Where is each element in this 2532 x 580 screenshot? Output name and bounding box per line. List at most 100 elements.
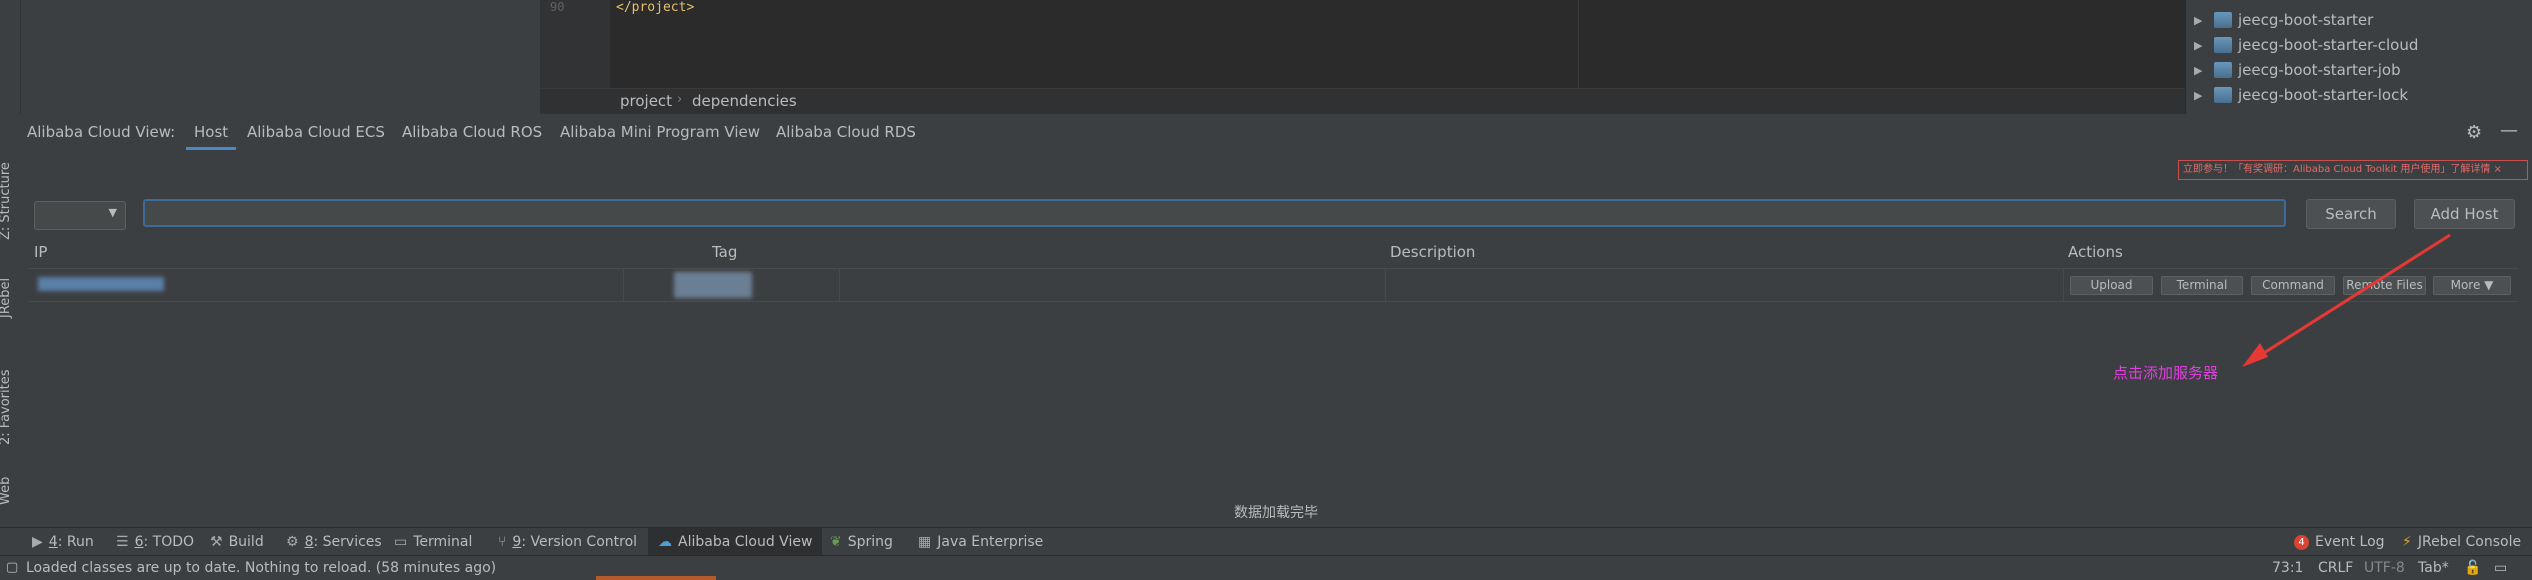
tree-item-label: jeecg-boot-starter-cloud xyxy=(2238,36,2419,54)
run-icon: ▶ xyxy=(32,534,43,550)
expand-arrow-icon[interactable]: ▶ xyxy=(2194,39,2208,52)
run-tool-button[interactable]: ▶ 4: Run xyxy=(32,528,94,556)
tab-alibaba-cloud-rds[interactable]: Alibaba Cloud RDS xyxy=(776,114,916,150)
breadcrumb: project › dependencies xyxy=(540,88,2185,115)
tool-label: Event Log xyxy=(2315,534,2385,550)
jrebel-label: JRebel xyxy=(0,277,13,318)
editor-gutter: 90 xyxy=(540,0,611,88)
breadcrumb-item-dependencies[interactable]: dependencies xyxy=(692,92,797,110)
line-number: 90 xyxy=(550,0,565,14)
tree-item-label: jeecg-boot-starter xyxy=(2238,11,2374,29)
tool-label: : TODO xyxy=(143,534,195,550)
column-divider xyxy=(1385,269,1386,301)
status-message[interactable]: Loaded classes are up to date. Nothing t… xyxy=(26,556,496,580)
module-icon xyxy=(2214,12,2232,28)
terminal-icon: ▭ xyxy=(394,534,408,550)
lock-icon[interactable]: 🔓 xyxy=(2464,556,2481,580)
tree-item-label: jeecg-boot-starter-job xyxy=(2238,61,2401,79)
spring-tool-button[interactable]: ❦ Spring xyxy=(830,528,893,556)
expand-arrow-icon[interactable]: ▶ xyxy=(2194,89,2208,102)
module-icon xyxy=(2214,87,2232,103)
expand-arrow-icon[interactable]: ▶ xyxy=(2194,64,2208,77)
tree-item[interactable]: ▶ jeecg-boot-starter-cloud xyxy=(2194,33,2418,57)
tool-label: : Version Control xyxy=(521,534,638,550)
jrebel-icon: ⚡ xyxy=(2402,534,2412,550)
shortcut-key: 9 xyxy=(512,534,522,550)
redacted-ip xyxy=(38,277,164,291)
caret-position[interactable]: 73:1 xyxy=(2272,556,2303,580)
tab-host[interactable]: Host xyxy=(186,114,237,150)
shortcut-key: 4 xyxy=(48,534,58,550)
version-control-tool-button[interactable]: ⑂ 9: Version Control xyxy=(498,528,637,556)
notifications-icon[interactable]: ▭ xyxy=(2494,556,2507,580)
column-header-ip[interactable]: IP xyxy=(34,243,47,261)
spring-icon: ❦ xyxy=(830,534,842,550)
file-encoding[interactable]: UTF-8 xyxy=(2364,556,2405,580)
breadcrumb-item-project[interactable]: project xyxy=(620,92,672,110)
favorites-tool-button[interactable]: 2: Favorites xyxy=(0,369,13,445)
table-row[interactable]: Upload Terminal Command Remote Files Mor… xyxy=(28,268,2518,302)
tool-label: : Run xyxy=(57,534,94,550)
expand-arrow-icon[interactable]: ▶ xyxy=(2194,14,2208,27)
breadcrumb-separator: › xyxy=(677,92,683,107)
tab-alibaba-cloud-ecs[interactable]: Alibaba Cloud ECS xyxy=(247,114,385,150)
line-separator[interactable]: CRLF xyxy=(2318,556,2353,580)
tree-item[interactable]: ▶ jeecg-boot-starter-lock xyxy=(2194,83,2408,107)
indent-setting[interactable]: Tab* xyxy=(2418,556,2449,580)
todo-tool-button[interactable]: ☰ 6: TODO xyxy=(116,528,194,556)
javaee-icon: ▦ xyxy=(918,534,932,550)
tool-label: Java Enterprise xyxy=(937,534,1044,550)
vcs-icon: ⑂ xyxy=(498,534,507,550)
column-divider xyxy=(623,269,624,301)
shortcut-key: 6 xyxy=(134,534,144,550)
services-icon: ⚙ xyxy=(286,534,299,550)
java-enterprise-tool-button[interactable]: ▦ Java Enterprise xyxy=(918,528,1043,556)
column-header-tag[interactable]: Tag xyxy=(712,243,737,261)
alibaba-cloud-view-tool-button[interactable]: ☁ Alibaba Cloud View xyxy=(648,528,823,556)
tool-window-title: Alibaba Cloud View: xyxy=(27,123,176,141)
tab-alibaba-mini-program-view[interactable]: Alibaba Mini Program View xyxy=(560,114,760,150)
jrebel-tool-button[interactable]: JRebel xyxy=(0,278,13,318)
redacted-tag xyxy=(674,272,752,298)
hammer-icon: ⚒ xyxy=(210,534,223,550)
column-header-actions[interactable]: Actions xyxy=(2068,243,2123,261)
progress-indicator xyxy=(596,576,716,580)
load-status-message: 数据加载完毕 xyxy=(1234,505,1318,521)
tool-label: Alibaba Cloud View xyxy=(678,534,813,550)
tag-filter-select[interactable]: ▼ xyxy=(34,201,126,230)
services-tool-button[interactable]: ⚙ 8: Services xyxy=(286,528,382,556)
gear-icon[interactable]: ⚙ xyxy=(2466,122,2482,143)
terminal-tool-button[interactable]: ▭ Terminal xyxy=(394,528,472,556)
search-input[interactable] xyxy=(143,199,2286,227)
tree-item-label: jeecg-boot-starter-lock xyxy=(2238,86,2409,104)
web-tool-button[interactable]: Web xyxy=(0,477,13,505)
event-log-tool-button[interactable]: 4 Event Log xyxy=(2294,528,2385,556)
minimize-icon[interactable]: — xyxy=(2500,120,2518,141)
tool-label: Terminal xyxy=(413,534,473,550)
tool-label: : Services xyxy=(313,534,382,550)
upload-button[interactable]: Upload xyxy=(2070,276,2153,295)
jrebel-console-tool-button[interactable]: ⚡ JRebel Console xyxy=(2402,528,2521,556)
build-tool-button[interactable]: ⚒ Build xyxy=(210,528,264,556)
code-line: </project> xyxy=(616,0,695,15)
tool-label: Spring xyxy=(847,534,893,550)
code-editor[interactable]: </project> xyxy=(610,0,1578,88)
tree-item[interactable]: ▶ jeecg-boot-starter-job xyxy=(2194,58,2401,82)
list-icon: ☰ xyxy=(116,534,129,550)
event-log-badge: 4 xyxy=(2294,534,2309,550)
tool-label: Build xyxy=(228,534,264,550)
project-tree: ▶ jeecg-boot-starter ▶ jeecg-boot-starte… xyxy=(2185,0,2532,114)
favorites-label: 2: Favorites xyxy=(0,369,13,445)
status-bar: ▢ Loaded classes are up to date. Nothing… xyxy=(0,555,2532,580)
table-header: IP Tag Description Actions xyxy=(28,243,2518,265)
survey-notice-link[interactable]: 立即参与！「有奖调研：Alibaba Cloud Toolkit 用户使用」了解… xyxy=(2178,160,2528,180)
tree-item[interactable]: ▶ jeecg-boot-starter xyxy=(2194,8,2373,32)
structure-label: Z: Structure xyxy=(0,162,13,240)
shortcut-key: 8 xyxy=(304,534,314,550)
column-header-description[interactable]: Description xyxy=(1390,243,1475,261)
structure-tool-button[interactable]: Z: Structure xyxy=(0,162,13,240)
module-icon xyxy=(2214,62,2232,78)
bottom-tool-bar: ▶ 4: Run ☰ 6: TODO ⚒ Build ⚙ 8: Services… xyxy=(0,527,2532,556)
tab-alibaba-cloud-ros[interactable]: Alibaba Cloud ROS xyxy=(402,114,542,150)
editor-right-area xyxy=(1578,0,2186,88)
